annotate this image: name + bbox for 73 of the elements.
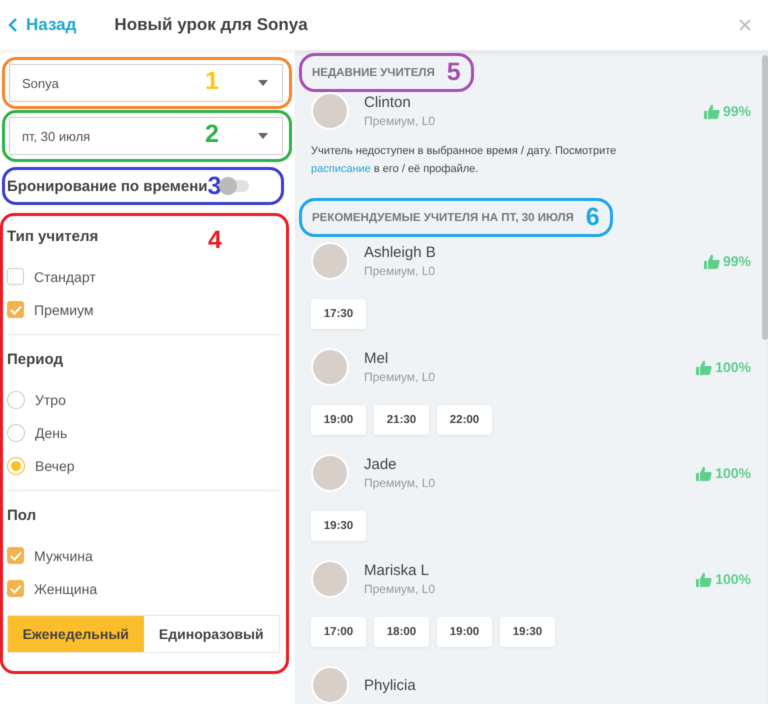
teacher-level: Премиум, L0 (364, 370, 436, 384)
unavailable-note: Учитель недоступен в выбранное время / дату. Посмотрите расписание в его / её профайле. (311, 144, 618, 177)
radio-button[interactable] (7, 390, 25, 408)
annotation-number: 6 (586, 205, 600, 230)
avatar[interactable] (311, 666, 349, 704)
option-label: Утро (35, 392, 66, 408)
checkbox[interactable] (7, 268, 24, 285)
rating-percent: 99% (722, 253, 751, 269)
option-label: День (35, 424, 68, 440)
close-icon[interactable] (738, 18, 752, 32)
avatar[interactable] (311, 92, 349, 130)
thumbs-up-icon (696, 360, 712, 374)
teacher-level: Премиум, L0 (364, 114, 436, 128)
section-heading: НЕДАВНИЕ УЧИТЕЛЯ (312, 66, 435, 78)
toggle-switch[interactable] (221, 180, 250, 192)
student-select[interactable]: Sonya 1 (9, 64, 283, 102)
annotation-number: 5 (446, 60, 461, 85)
rating-percent: 100% (715, 359, 751, 375)
time-slot-button[interactable]: 18:00 (374, 617, 429, 647)
radio-button[interactable] (7, 424, 25, 442)
teacher-level: Премиум, L0 (364, 476, 436, 490)
teacher-name[interactable]: Mariska L (364, 562, 436, 579)
thumbs-up-icon (704, 104, 720, 118)
avatar[interactable] (311, 560, 349, 598)
option-label: Стандарт (34, 268, 96, 284)
time-slot-button[interactable]: 19:30 (311, 511, 366, 541)
rating-percent: 100% (715, 571, 751, 587)
radio-button[interactable] (7, 456, 25, 474)
avatar[interactable] (311, 454, 349, 492)
teacher-name[interactable]: Clinton (364, 94, 436, 111)
time-slot-button[interactable]: 19:00 (437, 617, 492, 647)
scrollbar-thumb[interactable] (762, 55, 768, 340)
option-label: Женщина (34, 580, 98, 596)
frequency-tab[interactable]: Еженедельный (8, 616, 144, 652)
time-slot-button[interactable]: 17:30 (311, 299, 366, 329)
filter-heading: Пол (7, 507, 36, 526)
annotation-number: 2 (205, 122, 219, 147)
time-slot-button[interactable]: 19:30 (500, 617, 555, 647)
avatar[interactable] (311, 242, 349, 280)
time-booking-label: Бронирование по времени (7, 178, 208, 194)
filter-heading: Тип учителя (7, 228, 98, 247)
time-slot-button[interactable]: 17:00 (311, 617, 366, 647)
option-label: Мужчина (34, 548, 93, 564)
teacher-name[interactable]: Jade (364, 456, 436, 473)
dropdown-caret-icon (258, 133, 268, 139)
annotation-number: 4 (208, 228, 222, 253)
thumbs-up-icon (696, 572, 712, 586)
filter-heading: Период (7, 351, 63, 370)
teacher-level: Премиум, L0 (364, 582, 436, 596)
time-slot-button[interactable]: 21:30 (374, 405, 429, 435)
teacher-name[interactable]: Phylicia (364, 676, 416, 694)
time-slot-button[interactable]: 22:00 (437, 405, 492, 435)
teacher-level: Премиум, L0 (364, 264, 436, 278)
section-heading: РЕКОМЕНДУЕМЫЕ УЧИТЕЛЯ НА ПТ, 30 ИЮЛЯ (312, 212, 574, 224)
dropdown-caret-icon (258, 80, 268, 86)
thumbs-up-icon (704, 254, 720, 268)
avatar[interactable] (311, 348, 349, 386)
thumbs-up-icon (696, 466, 712, 480)
teacher-name[interactable]: Ashleigh B (364, 244, 436, 261)
checkbox[interactable] (7, 547, 24, 564)
option-label: Премиум (34, 302, 94, 318)
checkbox[interactable] (7, 580, 24, 597)
chevron-left-icon (8, 18, 18, 32)
checkbox[interactable] (7, 301, 24, 318)
annotation-number: 1 (205, 69, 219, 94)
rating-percent: 100% (715, 465, 751, 481)
teacher-name[interactable]: Mel (364, 350, 436, 367)
time-slot-button[interactable]: 19:00 (311, 405, 366, 435)
date-select[interactable]: пт, 30 июля 2 (9, 117, 283, 155)
dialog-title: Новый урок для Sonya (114, 15, 308, 35)
annotation-number: 3 (208, 174, 222, 198)
option-label: Вечер (35, 458, 75, 474)
rating-percent: 99% (722, 103, 751, 119)
